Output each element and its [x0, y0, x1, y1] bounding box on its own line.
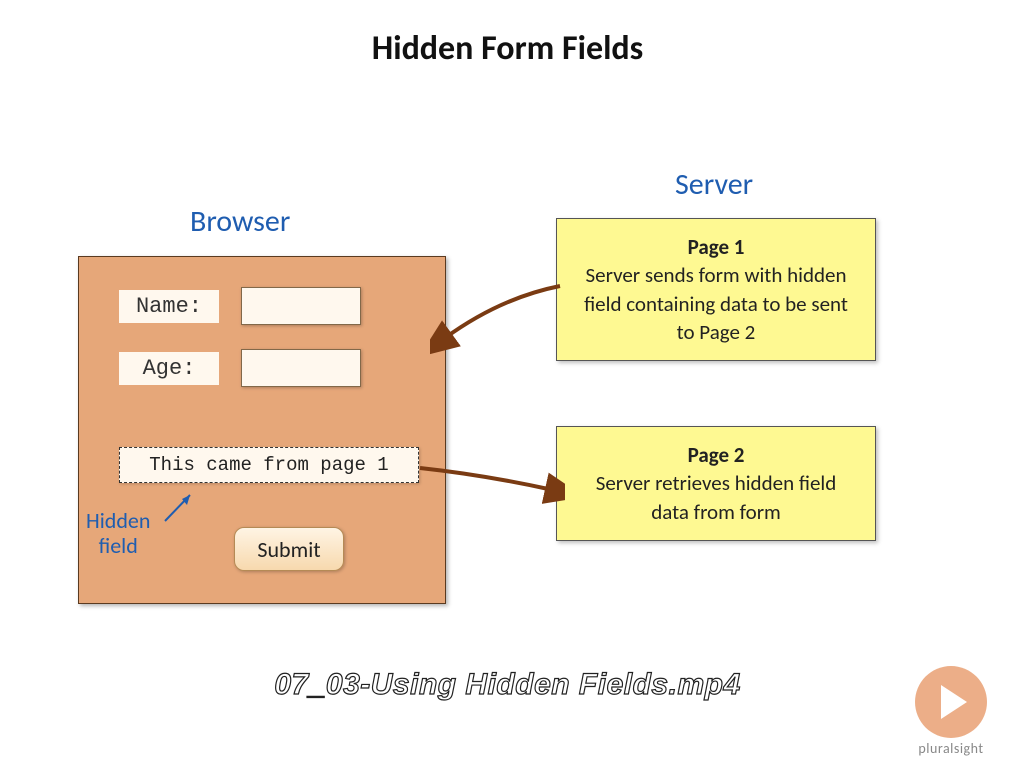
age-label: Age: [119, 352, 219, 385]
filename-caption: 07_03-Using Hidden Fields.mp4 [0, 668, 1015, 702]
name-input[interactable] [241, 287, 361, 325]
brand-text: pluralsight [901, 740, 1001, 757]
page1-title: Page 1 [575, 233, 857, 261]
age-input[interactable] [241, 349, 361, 387]
server-label: Server [675, 166, 753, 203]
form-row-name: Name: [119, 287, 361, 325]
slide-title: Hidden Form Fields [0, 28, 1015, 69]
submit-button[interactable]: Submit [234, 527, 344, 571]
play-icon[interactable] [915, 666, 987, 738]
form-row-age: Age: [119, 349, 361, 387]
name-label: Name: [119, 290, 219, 323]
page2-title: Page 2 [575, 441, 857, 469]
browser-label: Browser [190, 203, 290, 240]
hidden-field-box: This came from page 1 [119, 447, 419, 483]
server-page1-box: Page 1 Server sends form with hidden fie… [556, 218, 876, 361]
page1-desc: Server sends form with hidden field cont… [584, 262, 848, 345]
page2-desc: Server retrieves hidden field data from … [596, 470, 837, 524]
server-page2-box: Page 2 Server retrieves hidden field dat… [556, 426, 876, 541]
hidden-field-annotation: Hiddenfield [86, 508, 150, 559]
arrow-page1-to-browser [430, 278, 570, 358]
brand-mark: pluralsight [901, 666, 1001, 757]
